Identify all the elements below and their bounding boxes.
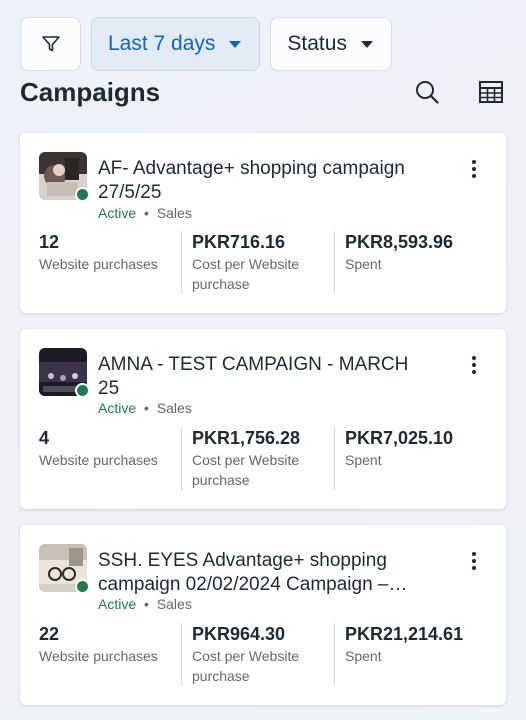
search-button[interactable] (412, 77, 442, 107)
campaign-metrics: 4 Website purchases PKR1,756.28 Cost per… (39, 427, 487, 490)
metric-cost-per-purchase: PKR716.16 Cost per Website purchase (181, 231, 334, 294)
status-badge: Active (98, 205, 137, 221)
campaign-metrics: 12 Website purchases PKR716.16 Cost per … (39, 231, 487, 294)
more-icon (472, 160, 476, 164)
more-icon (472, 356, 476, 360)
metric-spent: PKR8,593.96 Spent (334, 231, 487, 294)
table-icon (479, 81, 503, 103)
metric-spent: PKR7,025.10 Spent (334, 427, 487, 490)
filter-button[interactable] (20, 17, 81, 71)
campaign-name[interactable]: AF- Advantage+ shopping campaign 27/5/25 (98, 157, 448, 205)
date-range-label: Last 7 days (108, 32, 216, 55)
page-title: Campaigns (20, 76, 161, 107)
campaign-card[interactable]: AMNA - TEST CAMPAIGN - MARCH 25 Active •… (20, 329, 506, 509)
campaign-card[interactable]: AF- Advantage+ shopping campaign 27/5/25… (20, 133, 506, 313)
metric-website-purchases: 12 Website purchases (39, 232, 158, 272)
metric-website-purchases: 4 Website purchases (39, 428, 158, 468)
more-options-button[interactable] (466, 549, 482, 573)
status-badge: Active (98, 400, 137, 416)
chevron-down-icon (360, 40, 373, 48)
status-label: Status (287, 32, 347, 55)
active-status-dot (75, 187, 90, 202)
search-icon (416, 81, 439, 104)
active-status-dot (75, 579, 90, 594)
campaign-metrics: 22 Website purchases PKR964.30 Cost per … (39, 623, 487, 686)
date-range-dropdown[interactable]: Last 7 days (91, 17, 261, 71)
metric-website-purchases: 22 Website purchases (39, 624, 158, 664)
campaign-name[interactable]: AMNA - TEST CAMPAIGN - MARCH 25 (98, 353, 448, 401)
campaign-name[interactable]: SSH. EYES Advantage+ shopping campaign 0… (98, 549, 448, 597)
campaign-card[interactable]: SSH. EYES Advantage+ shopping campaign 0… (20, 525, 506, 705)
active-status-dot (75, 383, 90, 398)
more-options-button[interactable] (466, 353, 482, 377)
objective-label: Sales (156, 596, 192, 612)
campaign-status: Active • Sales (98, 596, 192, 612)
status-dropdown[interactable]: Status (270, 17, 392, 71)
metric-cost-per-purchase: PKR964.30 Cost per Website purchase (181, 623, 334, 686)
campaigns-header: Campaigns (20, 72, 506, 112)
metric-cost-per-purchase: PKR1,756.28 Cost per Website purchase (181, 427, 334, 490)
objective-label: Sales (156, 205, 192, 221)
campaign-status: Active • Sales (98, 400, 192, 416)
more-options-button[interactable] (466, 157, 482, 181)
filter-icon (41, 36, 60, 52)
metric-spent: PKR21,214.61 Spent (334, 623, 487, 686)
campaign-status: Active • Sales (98, 205, 192, 221)
filter-bar: Last 7 days Status (20, 17, 392, 71)
chevron-down-icon (229, 40, 242, 48)
more-icon (472, 552, 476, 556)
status-badge: Active (98, 596, 137, 612)
objective-label: Sales (156, 400, 192, 416)
table-view-button[interactable] (476, 77, 506, 107)
